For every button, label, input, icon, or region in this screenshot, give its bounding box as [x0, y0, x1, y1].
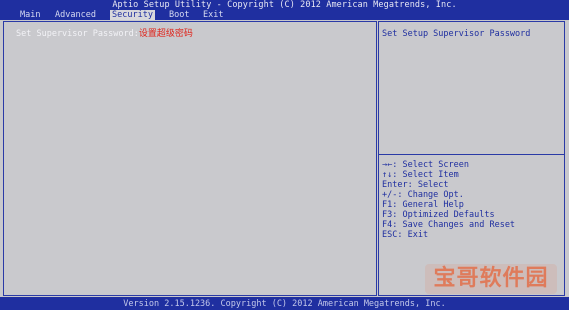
- key-hint: F3: Optimized Defaults: [382, 210, 495, 220]
- watermark-logo: 宝哥软件园: [425, 264, 557, 294]
- help-divider: [379, 154, 564, 155]
- key-hint: ↑↓: Select Item: [382, 170, 459, 180]
- menu-item-advanced[interactable]: Advanced: [53, 10, 98, 20]
- key-hint: Enter: Select: [382, 180, 449, 190]
- menu-bar: Main Advanced Security Boot Exit: [0, 10, 569, 20]
- setting-label: Set Supervisor Password:: [16, 29, 139, 39]
- help-panel: Set Setup Supervisor Password →←: Select…: [378, 21, 565, 296]
- bios-screen: Aptio Setup Utility - Copyright (C) 2012…: [0, 0, 569, 310]
- key-hint: F4: Save Changes and Reset: [382, 220, 516, 230]
- menu-item-boot[interactable]: Boot: [167, 10, 191, 20]
- menu-item-exit[interactable]: Exit: [201, 10, 225, 20]
- key-hint: ESC: Exit: [382, 230, 429, 240]
- title-bar: Aptio Setup Utility - Copyright (C) 2012…: [0, 0, 569, 10]
- setting-annotation: 设置超级密码: [138, 29, 193, 39]
- menu-item-security[interactable]: Security: [110, 10, 155, 20]
- setting-supervisor-password[interactable]: Set Supervisor Password:设置超级密码: [16, 29, 193, 40]
- key-hint: F1: General Help: [382, 200, 464, 210]
- footer-bar: Version 2.15.1236. Copyright (C) 2012 Am…: [0, 297, 569, 310]
- help-description: Set Setup Supervisor Password: [382, 29, 531, 39]
- key-hint: →←: Select Screen: [382, 160, 469, 170]
- settings-panel: Set Supervisor Password:设置超级密码: [3, 21, 377, 296]
- menu-item-main[interactable]: Main: [18, 10, 42, 20]
- key-hint: +/-: Change Opt.: [382, 190, 464, 200]
- key-legend: →←: Select Screen ↑↓: Select Item Enter:…: [382, 160, 515, 240]
